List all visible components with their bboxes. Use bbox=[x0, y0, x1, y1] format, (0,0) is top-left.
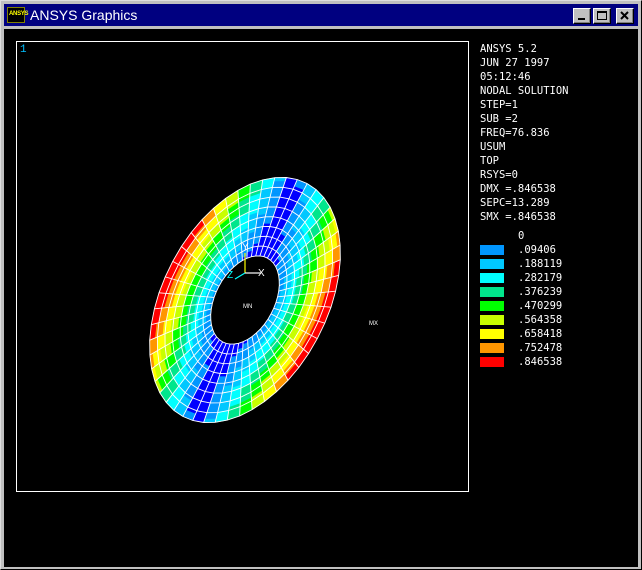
info-line: TOP bbox=[480, 155, 499, 167]
legend-swatch bbox=[480, 343, 504, 353]
legend-label: .282179 bbox=[518, 272, 563, 284]
title-bar[interactable]: ANSYS ANSYS Graphics bbox=[4, 4, 638, 26]
contour-cell bbox=[151, 337, 156, 355]
ansys-app-icon[interactable]: ANSYS bbox=[7, 7, 29, 23]
close-icon bbox=[620, 11, 629, 20]
contour-cell bbox=[311, 259, 316, 273]
legend-entry: .658418 bbox=[480, 327, 630, 341]
legend-label: .470299 bbox=[518, 300, 563, 312]
contour-cell bbox=[207, 405, 220, 410]
minimize-icon bbox=[578, 18, 585, 20]
contour-cell bbox=[268, 200, 280, 205]
legend-entry: .282179 bbox=[480, 271, 630, 285]
legend-entry: .752478 bbox=[480, 341, 630, 355]
window-number: 1 bbox=[20, 44, 27, 56]
legend-entry: .564358 bbox=[480, 313, 630, 327]
legend-label: .564358 bbox=[518, 314, 563, 326]
legend-swatch bbox=[480, 357, 504, 367]
legend-swatch bbox=[480, 287, 504, 297]
legend-label: .376239 bbox=[518, 286, 563, 298]
legend-entry: .188119 bbox=[480, 257, 630, 271]
info-line: SMX =.846538 bbox=[480, 211, 556, 223]
contour-cell bbox=[214, 386, 225, 391]
minimize-button[interactable] bbox=[573, 8, 591, 24]
window-title: ANSYS Graphics bbox=[30, 7, 138, 23]
plot-info-text: ANSYS 5.2 JUN 27 1997 05:12:46 NODAL SOLUTI… bbox=[480, 42, 569, 224]
contour-cell bbox=[334, 245, 339, 263]
legend-entry: .376239 bbox=[480, 285, 630, 299]
axis-label-y: Y bbox=[242, 242, 249, 253]
contour-cell bbox=[272, 180, 286, 185]
mn-marker: MN bbox=[243, 304, 252, 310]
info-line: RSYS=0 bbox=[480, 169, 518, 181]
legend-swatch bbox=[480, 259, 504, 269]
legend-swatch bbox=[480, 315, 504, 325]
legend-label: 0 bbox=[518, 230, 525, 242]
legend-entry: .470299 bbox=[480, 299, 630, 313]
legend-entry: .846538 bbox=[480, 355, 630, 369]
plot-viewport[interactable]: Y X Z MN MX 1 bbox=[16, 41, 469, 492]
contour-cell bbox=[204, 415, 218, 420]
mesh-lines bbox=[149, 177, 341, 423]
contour-cell bbox=[319, 254, 323, 269]
graphics-area[interactable]: Y X Z MN MX 1 ANSYS 5.2 JUN 27 1997 05:12:46 NO… bbox=[4, 29, 638, 567]
contour-cell bbox=[327, 250, 331, 266]
info-line: DMX =.846538 bbox=[480, 183, 556, 195]
ansys-graphics-window: ANSYS ANSYS Graphics Y X Z MN MX 1 ANSYS 5.2… bbox=[0, 0, 642, 570]
contour-cell bbox=[159, 334, 163, 350]
info-line: SEPC=13.289 bbox=[480, 197, 550, 209]
legend-label: .752478 bbox=[518, 342, 563, 354]
contour-cell bbox=[210, 395, 222, 400]
legend-entry: 0 bbox=[480, 229, 630, 243]
mx-marker: MX bbox=[369, 321, 378, 327]
contour-cell bbox=[265, 209, 276, 214]
info-line: JUN 27 1997 bbox=[480, 57, 550, 69]
info-line: SUB =2 bbox=[480, 113, 518, 125]
legend-label: .188119 bbox=[518, 258, 563, 270]
close-button[interactable] bbox=[616, 8, 634, 24]
info-line: STEP=1 bbox=[480, 99, 518, 111]
app-icon-label: ANSYS bbox=[9, 11, 29, 17]
info-line: USUM bbox=[480, 141, 506, 153]
maximize-icon bbox=[597, 11, 607, 20]
legend-swatch bbox=[480, 245, 504, 255]
info-line: 05:12:46 bbox=[480, 71, 531, 83]
legend-swatch bbox=[480, 301, 504, 311]
axis-label-x: X bbox=[258, 268, 265, 279]
axis-label-z: Z bbox=[227, 270, 233, 281]
legend-swatch bbox=[480, 329, 504, 339]
contour-plot: Y X Z MN MX bbox=[149, 177, 378, 423]
contour-cell bbox=[270, 190, 283, 195]
legend-label: .09406 bbox=[518, 244, 556, 256]
info-line: FREQ=76.836 bbox=[480, 127, 550, 139]
contour-cell bbox=[174, 327, 179, 341]
legend-entry: .09406 bbox=[480, 243, 630, 257]
maximize-button[interactable] bbox=[593, 8, 611, 24]
contour-cell bbox=[167, 331, 171, 346]
info-line: NODAL SOLUTION bbox=[480, 85, 569, 97]
legend-label: .658418 bbox=[518, 328, 563, 340]
legend-label: .846538 bbox=[518, 356, 563, 368]
legend-swatch bbox=[480, 273, 504, 283]
info-line: ANSYS 5.2 bbox=[480, 43, 537, 55]
